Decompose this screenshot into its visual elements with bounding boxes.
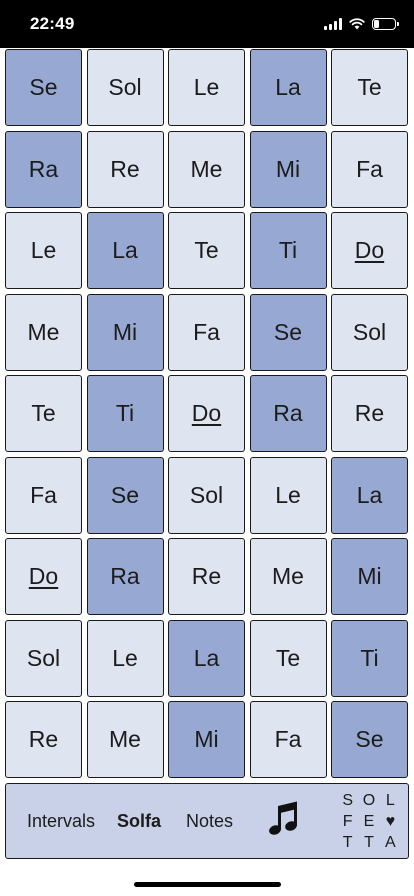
status-icons (324, 16, 399, 32)
solfa-cell[interactable]: Ti (331, 619, 408, 697)
solfa-cell[interactable]: Re (5, 701, 82, 778)
battery-level (374, 20, 379, 28)
music-note-button[interactable] (269, 800, 301, 840)
solfa-cell[interactable]: Ra (249, 375, 327, 452)
solfa-cell[interactable]: Sol (5, 619, 82, 697)
logo-letter: L (385, 792, 395, 809)
solfa-cell[interactable]: Se (249, 293, 327, 371)
solfa-cell[interactable]: Se (331, 701, 408, 778)
solfa-cell[interactable]: La (168, 619, 245, 697)
logo-letter: A (384, 834, 396, 851)
logo-letter: S (342, 792, 353, 809)
solfa-cell[interactable]: Le (249, 456, 327, 534)
solfa-cell[interactable]: Me (168, 130, 245, 208)
solfa-cell[interactable]: Le (86, 619, 164, 697)
logo-letter: T (342, 834, 353, 851)
solfa-cell[interactable]: Mi (86, 293, 164, 371)
solfa-cell[interactable]: Fa (5, 456, 82, 534)
music-note-icon (269, 801, 297, 835)
solfa-cell[interactable]: Mi (168, 701, 245, 778)
solfa-cell[interactable]: La (249, 49, 327, 126)
solfa-cell[interactable]: Sol (86, 49, 164, 126)
solfa-cell[interactable]: Do (5, 538, 82, 615)
logo-letter: O (362, 792, 376, 809)
solfa-cell[interactable]: Mi (331, 538, 408, 615)
solfa-cell[interactable]: Fa (168, 293, 245, 371)
solfa-cell[interactable]: Te (249, 619, 327, 697)
solfa-cell[interactable]: Re (168, 538, 245, 615)
solfa-cell[interactable]: Fa (249, 701, 327, 778)
solfa-cell[interactable]: Do (331, 212, 408, 289)
solfa-cell[interactable]: Re (331, 375, 408, 452)
solfa-cell[interactable]: Ra (86, 538, 164, 615)
solfa-cell[interactable]: Fa (331, 130, 408, 208)
solfa-cell[interactable]: Sol (331, 293, 408, 371)
home-indicator (134, 882, 281, 887)
solfa-cell[interactable]: Ti (86, 375, 164, 452)
solfa-cell[interactable]: Le (5, 212, 82, 289)
tab-notes[interactable]: Notes (186, 811, 233, 832)
status-bar: 22:49 (0, 0, 414, 48)
wifi-icon (349, 18, 365, 30)
solfa-cell[interactable]: Mi (249, 130, 327, 208)
tab-bar: Intervals Solfa Notes S O L F E ♥ T T A (5, 783, 409, 859)
solfa-cell[interactable]: Le (168, 49, 245, 126)
logo-letter: E (363, 813, 375, 830)
solfa-cell[interactable]: La (86, 212, 164, 289)
solfa-cell[interactable]: La (331, 456, 408, 534)
solfa-cell[interactable]: Me (249, 538, 327, 615)
solfa-cell[interactable]: Do (168, 375, 245, 452)
solfa-grid: Se Sol Le La Te Ra Re Me Mi Fa Le La Te Ti Do Me Mi Fa Se S… (5, 49, 408, 778)
tab-solfa[interactable]: Solfa (117, 811, 161, 832)
solfa-cell[interactable]: Me (86, 701, 164, 778)
solfa-cell[interactable]: Re (86, 130, 164, 208)
solfa-cell[interactable]: Se (5, 49, 82, 126)
cellular-signal-icon (324, 18, 342, 30)
solfa-cell[interactable]: Ti (249, 212, 327, 289)
solfa-cell[interactable]: Te (168, 212, 245, 289)
battery-icon (372, 18, 399, 30)
solfa-cell[interactable]: Se (86, 456, 164, 534)
solfa-cell[interactable]: Me (5, 293, 82, 371)
solfa-cell[interactable]: Ra (5, 130, 82, 208)
logo-letter: T (364, 834, 374, 851)
status-time: 22:49 (30, 14, 75, 33)
logo-letter: F (342, 813, 353, 830)
soleftta-logo: S O L F E ♥ T T A (337, 790, 401, 853)
solfa-cell[interactable]: Sol (168, 456, 245, 534)
solfa-cell[interactable]: Te (5, 375, 82, 452)
solfa-cell[interactable]: Te (331, 49, 408, 126)
logo-heart: ♥ (385, 813, 396, 830)
tab-intervals[interactable]: Intervals (27, 811, 95, 832)
